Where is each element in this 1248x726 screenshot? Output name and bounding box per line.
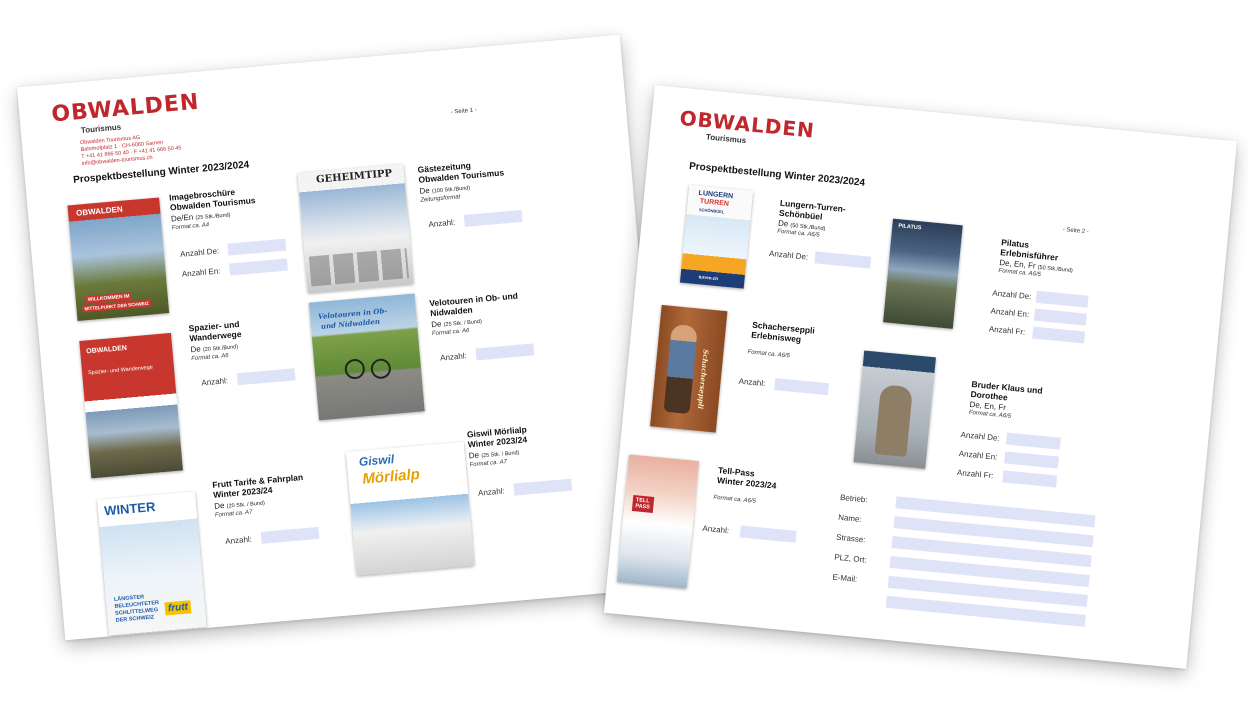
item-title: Frutt Tarife & Fahrplan Winter 2023/24 — [211, 471, 304, 500]
cover-title: PILATUS — [898, 223, 922, 232]
quantity-label-de: Anzahl De: — [768, 248, 809, 262]
cover-subtitle: SCHÖNBÜEL — [698, 207, 725, 215]
contact-label-plz-ort: PLZ, Ort: — [833, 552, 868, 565]
item-title: Tell-Pass Winter 2023/24 — [716, 465, 777, 491]
brochure-cover-imagebroschuere: OBWALDEN WILLKOMMEN IM MITTELPUNKT DER S… — [67, 197, 170, 322]
item-format: Format ca. A6/5 — [713, 494, 757, 505]
cover-title: TURREN — [699, 198, 730, 208]
quantity-input-en[interactable] — [229, 258, 288, 276]
quantity-label: Anzahl: — [201, 376, 229, 388]
item-title: Gästezeitung Obwalden Tourismus — [417, 160, 505, 185]
item-title: Imagebroschüre Obwalden Tourismus — [168, 186, 256, 213]
page-number: - Seite 1 - — [450, 107, 477, 116]
brand-logo: OBWALDEN — [678, 105, 816, 143]
item-languages: De (25 Stk. / Bund) — [468, 450, 520, 461]
cover-title: Mörlialp — [361, 465, 421, 488]
brochure-cover-velotouren: Velotouren in Ob- und Nidwalden — [308, 293, 425, 421]
item-format: Format ca. A7 — [469, 459, 508, 469]
quantity-input-fr[interactable] — [1032, 326, 1086, 344]
quantity-input[interactable] — [475, 343, 535, 361]
quantity-label-de: Anzahl De: — [179, 246, 220, 259]
sculpture-shape — [874, 384, 913, 458]
cover-brand: frutt — [164, 600, 192, 616]
cover-logo: TELL PASS — [631, 495, 654, 513]
cover-title: GEHEIMTIPP — [315, 168, 393, 186]
cyclist-shape — [343, 358, 366, 380]
cover-subtitle: Spazier- und Wanderwege — [87, 364, 154, 377]
quantity-label: Anzahl: — [428, 217, 456, 230]
item-format: Format ca. A7 — [214, 509, 253, 519]
brochure-cover-giswil: Giswil Mörlialp — [346, 441, 475, 576]
quantity-label-en: Anzahl En: — [181, 266, 221, 279]
quantity-input-en[interactable] — [1004, 451, 1060, 469]
item-format: Format ca. A6 — [191, 353, 229, 363]
page-number: - Seite 2 - — [1062, 226, 1089, 236]
quantity-label: Anzahl: — [224, 534, 253, 546]
item-languages: De (20 Stk./Bund) — [190, 344, 239, 355]
contact-label-email: E-Mail: — [831, 572, 858, 584]
newspaper-columns — [308, 248, 410, 287]
quantity-label-fr: Anzahl Fr: — [956, 467, 994, 481]
brochure-cover-wanderwege: OBWALDEN Spazier- und Wanderwege — [79, 332, 183, 479]
quantity-label-de: Anzahl De: — [960, 430, 1001, 443]
cover-title: OBWALDEN — [85, 344, 128, 356]
item-title: Giswil Mörlialp Winter 2023/24 — [466, 424, 528, 450]
cover-url: turren.ch — [698, 274, 719, 282]
quantity-label-fr: Anzahl Fr: — [988, 324, 1026, 337]
quantity-label: Anzahl: — [477, 486, 506, 498]
item-languages: De (25 Stk. / Bund) — [430, 318, 483, 330]
item-languages: De (100 Stk./Bund) — [419, 185, 471, 196]
cover-title: Giswil — [358, 451, 395, 470]
brand-logo: OBWALDEN — [50, 89, 201, 128]
item-format: Format ca. A4 — [171, 222, 210, 232]
brochure-cover-schacherseppli: Schacherseppli — [650, 304, 728, 433]
page-title: Prospektbestellung Winter 2023/2024 — [688, 160, 866, 189]
quantity-input-de[interactable] — [1035, 290, 1089, 308]
quantity-label-en: Anzahl En: — [990, 306, 1030, 320]
sender-address: Obwalden Tourismus AG Bahnhofplatz 1 · C… — [80, 131, 183, 168]
cover-title: Schacherseppli — [695, 348, 711, 410]
quantity-label: Anzahl: — [738, 376, 766, 389]
quantity-input-de[interactable] — [227, 238, 287, 256]
quantity-label-de: Anzahl De: — [991, 288, 1032, 302]
brochure-cover-pilatus: PILATUS — [883, 218, 963, 329]
quantity-input[interactable] — [236, 368, 296, 386]
item-format: Format ca. A6/5 — [747, 349, 791, 360]
brochure-cover-bruder-klaus — [853, 350, 936, 469]
quantity-input-fr[interactable] — [1002, 470, 1058, 488]
quantity-input[interactable] — [513, 478, 573, 496]
quantity-input[interactable] — [463, 209, 523, 227]
cover-title: OBWALDEN — [75, 204, 124, 218]
quantity-input-en[interactable] — [1033, 308, 1087, 326]
order-form-page-2: OBWALDEN Tourismus Prospektbestellung Wi… — [603, 85, 1238, 669]
item-languages: De (20 Stk. / Bund) — [213, 500, 266, 511]
brochure-cover-lungern: LUNGERN TURREN SCHÖNBÜEL turren.ch — [679, 184, 754, 289]
order-form-page-1: OBWALDEN Tourismus Obwalden Tourismus AG… — [16, 34, 669, 641]
quantity-label: Anzahl: — [439, 351, 468, 363]
brochure-cover-gaestezeitung: GEHEIMTIPP — [297, 164, 414, 293]
item-format: Zeitungsformat — [420, 194, 461, 204]
quantity-input[interactable] — [260, 526, 320, 544]
contact-label-strasse: Strasse: — [835, 532, 866, 545]
cyclist-shape — [370, 357, 392, 380]
brochure-cover-tell-pass: TELL PASS — [616, 454, 699, 589]
quantity-input[interactable] — [774, 378, 829, 396]
quantity-input-de[interactable] — [1005, 432, 1061, 450]
item-format: Format ca. A6 — [431, 327, 470, 338]
quantity-input[interactable] — [739, 525, 797, 543]
item-title: Spazier- und Wanderwege — [188, 318, 242, 344]
quantity-label: Anzahl: — [702, 523, 730, 536]
item-title: Schacherseppli Erlebnisweg — [750, 319, 816, 345]
quantity-label-en: Anzahl En: — [958, 449, 998, 462]
cover-title: WINTER — [103, 498, 156, 519]
brochure-cover-frutt: WINTER LÄNGSTER BELEUCHTETER SCHLITTELWE… — [97, 491, 207, 636]
contact-label-name: Name: — [837, 512, 863, 524]
contact-label-betrieb: Betrieb: — [839, 492, 868, 505]
quantity-input-de[interactable] — [814, 251, 872, 269]
item-title: Velotouren in Ob- und Nidwalden — [428, 290, 519, 319]
wooden-figure-shape — [663, 323, 698, 415]
